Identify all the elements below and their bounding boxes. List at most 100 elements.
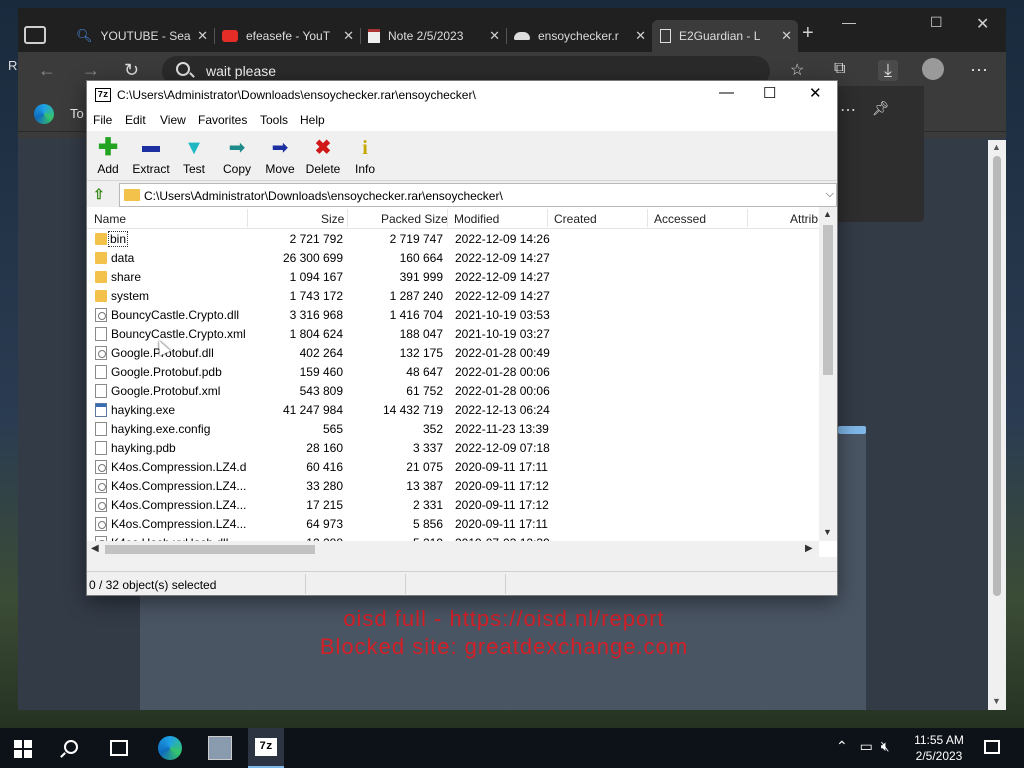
volume-muted-icon[interactable]: 🔇︎: [881, 738, 890, 754]
extract-button[interactable]: Extract: [131, 137, 171, 176]
search-icon[interactable]: [64, 740, 78, 754]
column-modified[interactable]: Modified: [454, 212, 499, 226]
copy-button[interactable]: ➡ Copy: [217, 137, 257, 176]
file-packed-size: 21 075: [406, 460, 443, 474]
close-icon[interactable]: ✕: [635, 28, 646, 44]
move-button[interactable]: ➡ Move: [260, 137, 300, 176]
forward-arrow-icon[interactable]: →: [82, 60, 100, 81]
menu-file[interactable]: File: [93, 113, 112, 127]
tab-ensoychecker[interactable]: ensoychecker.r ✕: [506, 20, 652, 52]
file-row[interactable]: data 26 300 699 160 664 2022-12-09 14:27: [87, 248, 819, 267]
column-created[interactable]: Created: [554, 212, 597, 226]
clock[interactable]: 11:55 AM 2/5/2023: [906, 732, 972, 764]
edge-taskbar-icon[interactable]: [158, 736, 182, 760]
list-horizontal-scrollbar[interactable]: ◀ ▶: [87, 541, 819, 557]
windows-start-icon[interactable]: [14, 740, 32, 758]
scroll-down-icon[interactable]: ▼: [992, 696, 1001, 706]
favorites-star-icon[interactable]: ☆: [790, 60, 804, 80]
archive-app-taskbar-icon[interactable]: [208, 736, 232, 760]
scroll-left-icon[interactable]: ◀: [91, 543, 99, 554]
file-size: 28 160: [306, 441, 343, 455]
close-button[interactable]: ✕: [976, 14, 989, 34]
refresh-icon[interactable]: ↻: [124, 60, 139, 81]
close-icon[interactable]: ✕: [489, 28, 500, 44]
file-row[interactable]: K4os.Compression.LZ4.dll 60 416 21 075 2020…: [87, 457, 819, 476]
new-tab-button[interactable]: +: [802, 22, 814, 45]
menu-view[interactable]: View: [160, 113, 186, 127]
file-row[interactable]: BouncyCastle.Crypto.dll 3 316 968 1 416 70…: [87, 305, 819, 324]
file-row[interactable]: hayking.exe.config 565 352 2022-11-23 13:39: [87, 419, 819, 438]
delete-button[interactable]: ✖ Delete: [303, 137, 343, 176]
path-combobox[interactable]: C:\Users\Administrator\Downloads\ensoych…: [119, 183, 837, 207]
folder-icon: [124, 189, 140, 201]
close-icon[interactable]: ✕: [197, 28, 208, 44]
task-view-icon[interactable]: [110, 740, 128, 756]
downloads-icon[interactable]: ⤓: [878, 60, 898, 81]
chevron-up-icon[interactable]: ⌃: [836, 738, 848, 754]
file-row[interactable]: BouncyCastle.Crypto.xml 1 804 624 188 047 2…: [87, 324, 819, 343]
column-attrib[interactable]: Attrib: [790, 212, 818, 226]
scroll-down-icon[interactable]: ▼: [823, 527, 832, 537]
tab-actions-icon[interactable]: [24, 26, 46, 44]
scroll-up-icon[interactable]: ▲: [992, 142, 1001, 152]
column-name[interactable]: Name: [94, 212, 126, 226]
file-row[interactable]: hayking.pdb 28 160 3 337 2022-12-09 07:18: [87, 438, 819, 457]
scrollbar-thumb[interactable]: [993, 156, 1001, 596]
column-packed-size[interactable]: Packed Size: [381, 212, 448, 226]
collections-icon[interactable]: ⧉: [834, 60, 845, 78]
menu-tools[interactable]: Tools: [260, 113, 288, 127]
file-size: 565: [322, 422, 343, 436]
tab-note[interactable]: Note 2/5/2023 ✕: [360, 20, 507, 52]
chevron-down-icon[interactable]: ⌵: [826, 188, 834, 201]
menu-favorites[interactable]: Favorites: [198, 113, 247, 127]
search-icon: 🔍︎: [76, 28, 93, 43]
file-row[interactable]: Google.Protobuf.pdb 159 460 48 647 2022-01-…: [87, 362, 819, 381]
menu-help[interactable]: Help: [300, 113, 325, 127]
add-button[interactable]: ✚ Add: [88, 136, 128, 177]
minimize-button[interactable]: —: [842, 14, 856, 30]
file-row[interactable]: Google.Protobuf.xml 543 809 61 752 2022-01-…: [87, 381, 819, 400]
page-scrollbar[interactable]: ▲ ▼: [988, 140, 1006, 710]
tab-youtube-video[interactable]: efeasefe - YouT ✕: [214, 20, 361, 52]
7zip-taskbar-icon[interactable]: 7z: [248, 728, 284, 768]
file-row[interactable]: bin 2 721 792 2 719 747 2022-12-09 14:26: [87, 229, 819, 248]
more-icon[interactable]: ⋯: [840, 100, 856, 120]
file-row[interactable]: share 1 094 167 391 999 2022-12-09 14:27: [87, 267, 819, 286]
move-label: Move: [265, 162, 295, 176]
menu-edit[interactable]: Edit: [125, 113, 146, 127]
maximize-button[interactable]: ☐: [930, 14, 943, 31]
notification-icon[interactable]: [984, 740, 1000, 754]
file-row[interactable]: system 1 743 172 1 287 240 2022-12-09 14:27: [87, 286, 819, 305]
pin-icon[interactable]: 📌︎: [872, 100, 890, 117]
file-row[interactable]: K4os.Compression.LZ4.... 64 973 5 856 2020-…: [87, 514, 819, 533]
scrollbar-thumb[interactable]: [105, 545, 315, 554]
close-icon[interactable]: ✕: [781, 28, 792, 44]
file-name: Google.Protobuf.dll: [111, 346, 214, 360]
file-row[interactable]: K4os.Compression.LZ4.... 17 215 2 331 2020-…: [87, 495, 819, 514]
test-button[interactable]: ▼ Test: [174, 137, 214, 176]
profile-avatar[interactable]: [922, 58, 944, 80]
info-button[interactable]: i Info: [345, 137, 385, 176]
maximize-button[interactable]: ☐: [763, 84, 776, 102]
tab-e2guardian[interactable]: E2Guardian - L ✕: [652, 20, 798, 52]
scrollbar-thumb[interactable]: [823, 225, 833, 375]
favorites-item[interactable]: To: [70, 106, 84, 121]
scroll-right-icon[interactable]: ▶: [805, 543, 813, 554]
back-arrow-icon[interactable]: ←: [38, 60, 56, 81]
file-packed-size: 61 752: [406, 384, 443, 398]
close-icon[interactable]: ✕: [343, 28, 354, 44]
file-name: K4os.Compression.LZ4.dll: [111, 460, 247, 474]
file-row[interactable]: K4os.Compression.LZ4.... 33 280 13 387 2020…: [87, 476, 819, 495]
tab-youtube-search[interactable]: 🔍︎ YOUTUBE - Sea ✕: [68, 20, 215, 52]
scroll-up-icon[interactable]: ▲: [823, 209, 832, 219]
network-icon[interactable]: ▭: [860, 738, 873, 754]
column-size[interactable]: Size: [321, 212, 344, 226]
file-row[interactable]: Google.Protobuf.dll 402 264 132 175 2022-01…: [87, 343, 819, 362]
list-vertical-scrollbar[interactable]: ▲ ▼: [819, 207, 837, 541]
minimize-button[interactable]: —: [719, 84, 734, 101]
close-button[interactable]: ✕: [809, 84, 822, 102]
file-row[interactable]: hayking.exe 41 247 984 14 432 719 2022-12-1…: [87, 400, 819, 419]
more-icon[interactable]: ⋯: [970, 60, 988, 81]
up-folder-icon[interactable]: ⇧: [93, 186, 109, 202]
column-accessed[interactable]: Accessed: [654, 212, 706, 226]
